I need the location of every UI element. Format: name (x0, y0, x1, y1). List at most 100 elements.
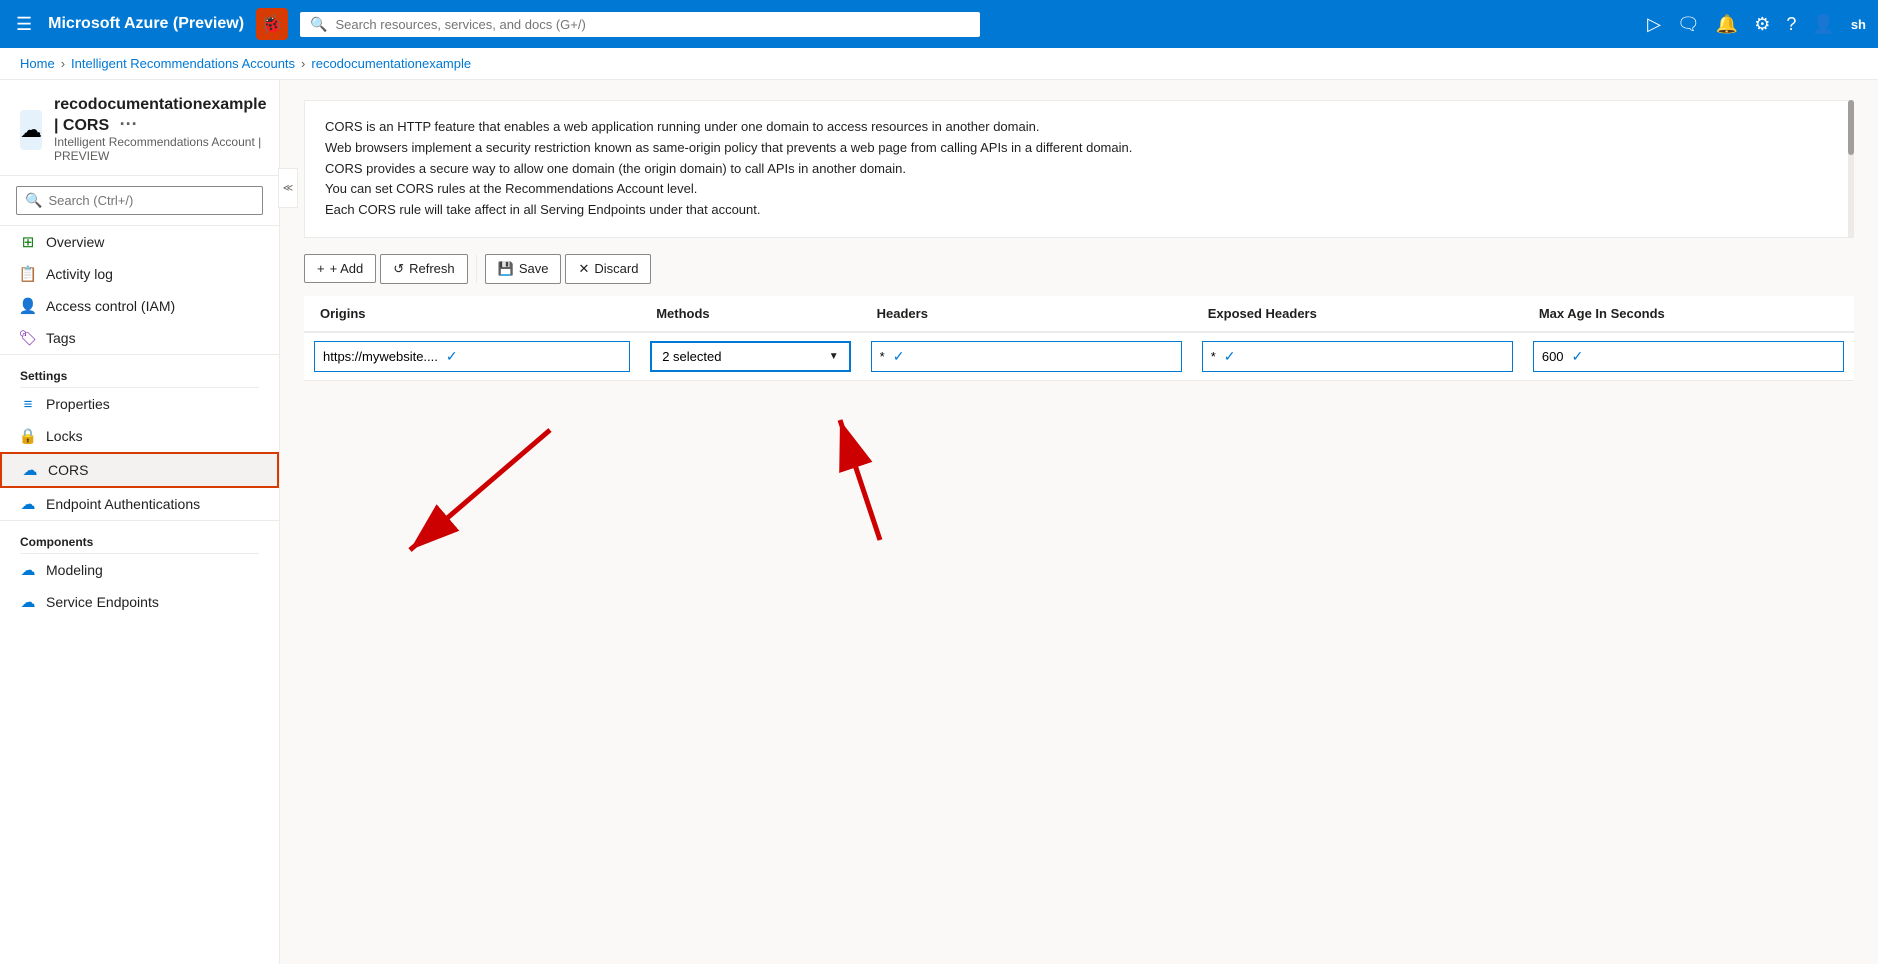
desc-line-5: Each CORS rule will take affect in all S… (325, 200, 1833, 221)
components-section-label: Components (0, 520, 279, 553)
search-input[interactable] (335, 17, 970, 32)
sidebar-item-locks[interactable]: 🔒 Locks (0, 420, 279, 452)
main-layout: ≪ ☁ recodocumentationexample | CORS ··· … (0, 80, 1878, 964)
sidebar: ☁ recodocumentationexample | CORS ··· In… (0, 80, 280, 964)
cell-origins: https://mywebsite.... ✓ (304, 332, 640, 381)
modeling-label: Modeling (46, 562, 103, 578)
sidebar-item-overview[interactable]: ⊞ Overview (0, 226, 279, 258)
tags-label: Tags (46, 330, 76, 346)
toolbar-separator (476, 255, 477, 283)
modeling-icon: ☁ (20, 562, 36, 578)
sidebar-item-modeling[interactable]: ☁ Modeling (0, 554, 279, 586)
settings-icon[interactable]: ⚙ (1754, 14, 1770, 35)
col-headers: Headers (861, 296, 1192, 332)
help-icon[interactable]: ? (1786, 14, 1796, 35)
resource-name: recodocumentationexample | CORS ··· (54, 96, 267, 135)
refresh-icon: ↺ (393, 261, 404, 277)
service-endpoints-icon: ☁ (20, 594, 36, 610)
sidebar-item-cors[interactable]: ☁ CORS (0, 452, 279, 488)
cell-headers: * ✓ (861, 332, 1192, 381)
properties-icon: ≡ (20, 396, 36, 412)
red-arrow-1 (350, 420, 570, 640)
feedback-icon[interactable]: 🐞 (256, 8, 288, 40)
save-button[interactable]: 💾 Save (485, 254, 562, 284)
max-age-input-cell[interactable]: 600 ✓ (1533, 341, 1844, 372)
breadcrumb-resource[interactable]: recodocumentationexample (311, 56, 471, 71)
table-row: https://mywebsite.... ✓ 2 selected ▼ * (304, 332, 1854, 381)
sidebar-item-tags[interactable]: 🏷 Tags (0, 322, 279, 354)
resource-name-text: recodocumentationexample (54, 96, 267, 113)
add-icon: + (317, 261, 325, 276)
notifications-icon[interactable]: 🔔 (1716, 14, 1738, 35)
sidebar-item-access-control[interactable]: 👤 Access control (IAM) (0, 290, 279, 322)
sidebar-search-input[interactable] (48, 193, 254, 208)
breadcrumb-home[interactable]: Home (20, 56, 55, 71)
sidebar-search-box[interactable]: 🔍 (16, 186, 263, 215)
sidebar-item-activity-log[interactable]: 📋 Activity log (0, 258, 279, 290)
add-label: + Add (330, 261, 364, 276)
activity-log-icon: 📋 (20, 266, 36, 282)
sidebar-item-properties[interactable]: ≡ Properties (0, 388, 279, 420)
col-methods: Methods (640, 296, 860, 332)
more-options-btn[interactable]: ··· (114, 112, 144, 136)
discard-icon: ✕ (578, 261, 589, 277)
access-control-icon: 👤 (20, 298, 36, 314)
max-age-check-icon: ✓ (1572, 348, 1584, 365)
breadcrumb: Home › Intelligent Recommendations Accou… (0, 48, 1878, 80)
settings-section-label: Settings (0, 354, 279, 387)
resource-subtitle: Intelligent Recommendations Account | PR… (54, 135, 267, 163)
chevron-down-icon: ▼ (829, 351, 839, 362)
overview-icon: ⊞ (20, 234, 36, 250)
col-max-age: Max Age In Seconds (1523, 296, 1854, 332)
sidebar-item-service-endpoints[interactable]: ☁ Service Endpoints (0, 586, 279, 618)
service-endpoints-label: Service Endpoints (46, 594, 159, 610)
resource-icon: ☁ (20, 110, 42, 150)
app-title: Microsoft Azure (Preview) (48, 15, 244, 33)
properties-label: Properties (46, 396, 110, 412)
desc-line-3: CORS provides a secure way to allow one … (325, 159, 1833, 180)
save-label: Save (519, 261, 549, 276)
global-search-bar[interactable]: 🔍 (300, 12, 980, 37)
description-wrapper: CORS is an HTTP feature that enables a w… (304, 100, 1854, 238)
description-box: CORS is an HTTP feature that enables a w… (304, 100, 1854, 238)
save-icon: 💾 (498, 261, 514, 277)
hamburger-menu[interactable]: ☰ (12, 10, 36, 39)
breadcrumb-sep-1: › (61, 56, 65, 71)
max-age-value: 600 (1542, 349, 1564, 364)
search-icon: 🔍 (310, 16, 327, 33)
headers-input-cell[interactable]: * ✓ (871, 341, 1182, 372)
desc-line-2: Web browsers implement a security restri… (325, 138, 1833, 159)
account-icon[interactable]: 👤 (1812, 14, 1834, 35)
cloud-shell-icon[interactable]: ▷ (1647, 14, 1661, 35)
user-abbr[interactable]: sh (1851, 17, 1866, 32)
add-button[interactable]: + + Add (304, 254, 376, 283)
content-area: CORS is an HTTP feature that enables a w… (280, 80, 1878, 964)
cell-exposed-headers: * ✓ (1192, 332, 1523, 381)
resource-info: recodocumentationexample | CORS ··· Inte… (54, 96, 267, 163)
desc-line-4: You can set CORS rules at the Recommenda… (325, 179, 1833, 200)
resource-section-text: CORS (63, 117, 109, 134)
methods-dropdown[interactable]: 2 selected ▼ (650, 341, 850, 372)
cell-max-age: 600 ✓ (1523, 332, 1854, 381)
discard-button[interactable]: ✕ Discard (565, 254, 651, 284)
breadcrumb-accounts[interactable]: Intelligent Recommendations Accounts (71, 56, 295, 71)
refresh-button[interactable]: ↺ Refresh (380, 254, 467, 284)
sidebar-item-endpoint-auth[interactable]: ☁ Endpoint Authentications (0, 488, 279, 520)
col-exposed-headers: Exposed Headers (1192, 296, 1523, 332)
origins-check-icon: ✓ (446, 348, 458, 365)
sidebar-search: 🔍 (0, 176, 279, 226)
col-origins: Origins (304, 296, 640, 332)
desc-line-1: CORS is an HTTP feature that enables a w… (325, 117, 1833, 138)
toolbar: + + Add ↺ Refresh 💾 Save ✕ Discard (304, 254, 1854, 284)
headers-check-icon: ✓ (893, 348, 905, 365)
origins-input-cell[interactable]: https://mywebsite.... ✓ (314, 341, 630, 372)
red-arrow-2 (760, 400, 940, 560)
exposed-headers-input-cell[interactable]: * ✓ (1202, 341, 1513, 372)
activity-log-label: Activity log (46, 266, 113, 282)
feedback-btn-icon[interactable]: 🗨 (1677, 14, 1700, 35)
refresh-label: Refresh (409, 261, 455, 276)
endpoint-auth-label: Endpoint Authentications (46, 496, 200, 512)
exposed-headers-value: * (1211, 349, 1216, 364)
nav-icons: ▷ 🗨 🔔 ⚙ ? 👤 sh (1647, 14, 1866, 35)
sidebar-collapse-btn[interactable]: ≪ (278, 168, 298, 208)
